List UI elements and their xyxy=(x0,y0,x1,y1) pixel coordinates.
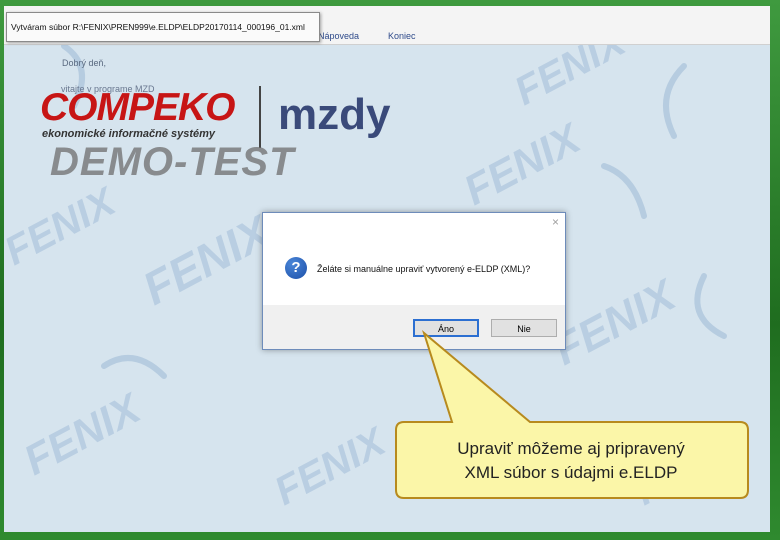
callout-line-1: Upraviť môžeme aj pripravený xyxy=(457,439,685,458)
callout-line-2: XML súbor s údajmi e.ELDP xyxy=(464,463,678,482)
callout-text: Upraviť môžeme aj pripravený XML súbor s… xyxy=(396,426,746,496)
